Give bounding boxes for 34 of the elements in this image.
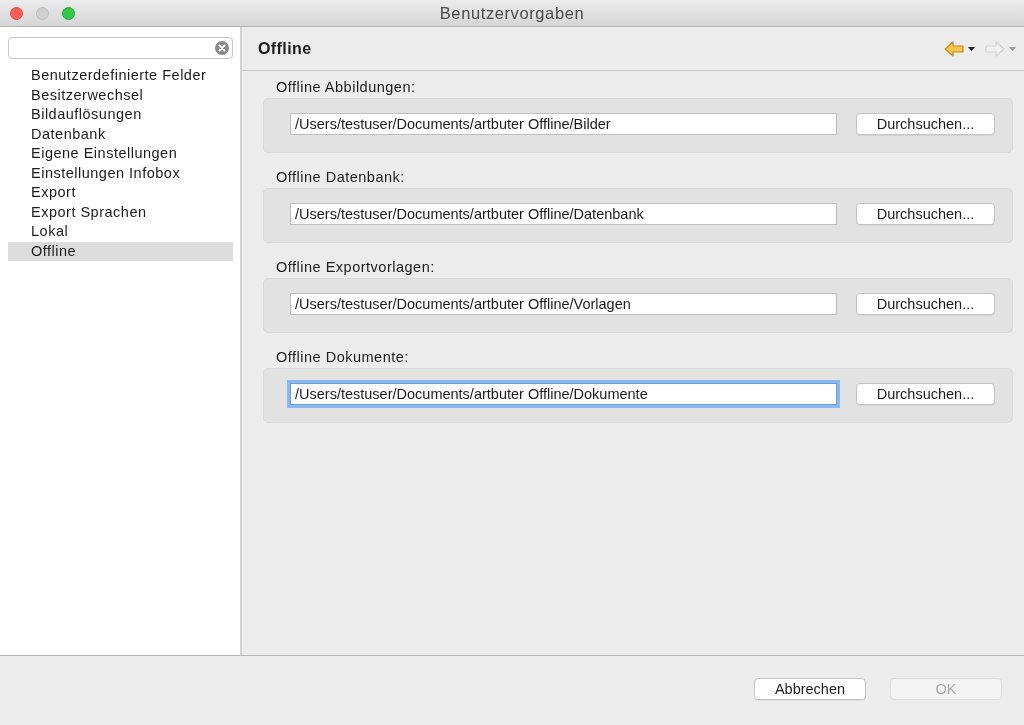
sidebar-item[interactable]: Lokal (8, 222, 233, 242)
browse-button[interactable]: Durchsuchen... (856, 293, 995, 315)
back-button[interactable] (944, 40, 975, 57)
caret-icon (1009, 46, 1016, 51)
path-field[interactable]: /Users/testuser/Documents/artbuter Offline/Vorlagen (290, 293, 837, 315)
browse-button[interactable]: Durchsuchen... (856, 203, 995, 225)
zoom-button[interactable] (62, 6, 75, 20)
path-field[interactable]: /Users/testuser/Documents/artbuter Offline/Datenbank (290, 203, 837, 225)
search-field[interactable] (8, 37, 233, 59)
sidebar-item[interactable]: Besitzerwechsel (8, 85, 233, 106)
caret-icon (968, 46, 975, 51)
sidebar-item[interactable]: Offline (8, 241, 233, 262)
sidebar-item[interactable]: Einstellungen Infobox (8, 163, 233, 184)
group-label: Offline Datenbank: (275, 168, 405, 186)
sidebar-item[interactable]: Benutzerdefinierte Felder (8, 66, 233, 86)
sidebar-item[interactable]: Export (8, 183, 233, 203)
left-arrow-icon (944, 40, 964, 57)
group-label: Offline Exportvorlagen: (275, 258, 435, 276)
cancel-button[interactable]: Abbrechen (754, 678, 866, 700)
sidebar-item[interactable]: Export Sprachen (8, 202, 233, 223)
sidebar-item[interactable]: Bildauflösungen (8, 105, 233, 125)
browse-button[interactable]: Durchsuchen... (856, 383, 995, 405)
sidebar-item[interactable]: Eigene Einstellungen (8, 144, 233, 164)
close-button[interactable] (10, 6, 23, 20)
right-arrow-icon (985, 40, 1005, 57)
group-label: Offline Abbildungen: (275, 78, 416, 96)
browse-button[interactable]: Durchsuchen... (856, 113, 995, 135)
path-field[interactable]: /Users/testuser/Documents/artbuter Offline/Dokumente (290, 383, 837, 405)
clear-icon[interactable] (215, 41, 229, 55)
page-title: Offline (258, 39, 312, 58)
path-field[interactable]: /Users/testuser/Documents/artbuter Offline/Bilder (290, 113, 837, 135)
group-label: Offline Dokumente: (275, 348, 409, 366)
sidebar-item[interactable]: Datenbank (8, 124, 233, 145)
window-title: Benutzervorgaben (439, 3, 585, 23)
